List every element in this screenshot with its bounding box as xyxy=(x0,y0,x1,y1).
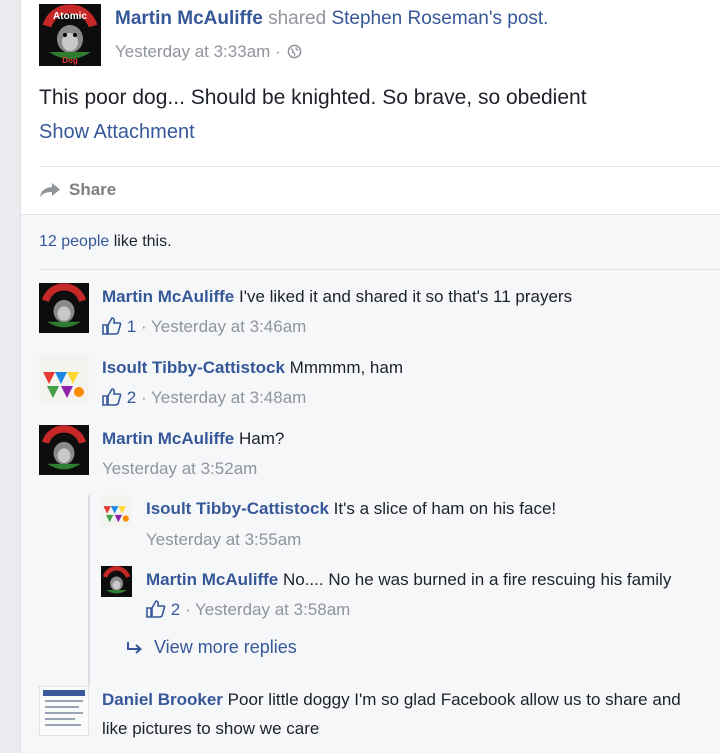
atomic-dog-logo-icon: Atomic Dog xyxy=(39,4,101,66)
reply-text: No.... No he was burned in a fire rescui… xyxy=(282,570,672,589)
commenter-avatar[interactable] xyxy=(39,354,89,404)
reply-meta: Yesterday at 3:55am xyxy=(146,530,301,550)
commenter-avatar[interactable] xyxy=(39,425,89,475)
comment-text: Ham? xyxy=(238,429,285,448)
comment-timestamp[interactable]: · Yesterday at 3:48am xyxy=(141,388,306,407)
reply-timestamp[interactable]: Yesterday at 3:55am xyxy=(146,530,301,549)
bunting-avatar-icon xyxy=(39,354,89,404)
share-arrow-icon xyxy=(40,183,60,197)
comment-text-continued: like pictures to show we care xyxy=(102,719,320,738)
view-more-label: View more replies xyxy=(154,637,297,657)
bunting-avatar-icon xyxy=(101,495,132,526)
thumbs-up-icon[interactable] xyxy=(146,600,166,618)
post-meta: Yesterday at 3:33am · xyxy=(115,42,302,62)
comment-timestamp[interactable]: Yesterday at 3:52am xyxy=(102,459,257,478)
thumbs-up-icon[interactable] xyxy=(102,388,122,406)
reply-meta: 2 · Yesterday at 3:58am xyxy=(146,600,350,620)
globe-icon[interactable] xyxy=(287,44,302,59)
comment-body: Martin McAuliffe I've liked it and share… xyxy=(102,287,572,307)
reply-body: Martin McAuliffe No.... No he was burned… xyxy=(146,570,671,590)
replies-thread-line xyxy=(88,495,90,685)
comment-text: I've liked it and shared it so that's 11… xyxy=(238,287,573,306)
replier-avatar[interactable] xyxy=(101,566,132,597)
commenter-name-link[interactable]: Isoult Tibby-Cattistock xyxy=(102,358,285,377)
logo-bottom-text: Dog xyxy=(62,56,78,65)
comment-body: Martin McAuliffe Ham? xyxy=(102,429,284,449)
atomic-dog-logo-icon xyxy=(101,566,132,597)
atomic-dog-logo-icon xyxy=(39,283,89,333)
atomic-dog-logo-icon xyxy=(39,425,89,475)
share-label: Share xyxy=(69,180,117,199)
meta-separator: · xyxy=(275,42,281,61)
comment-body: Isoult Tibby-Cattistock Mmmmm, ham xyxy=(102,358,403,378)
commenter-name-link[interactable]: Martin McAuliffe xyxy=(102,287,234,306)
likes-summary: 12 people like this. xyxy=(39,233,172,251)
post-headline: Martin McAuliffe shared Stephen Roseman'… xyxy=(115,8,548,30)
post-text: This poor dog... Should be knighted. So … xyxy=(39,86,587,109)
like-count[interactable]: 2 xyxy=(171,600,180,619)
reply-body: Isoult Tibby-Cattistock It's a slice of … xyxy=(146,499,556,519)
like-count[interactable]: 2 xyxy=(127,388,136,407)
shared-text: shared xyxy=(268,8,327,29)
commenter-name-link[interactable]: Martin McAuliffe xyxy=(102,429,234,448)
author-avatar[interactable]: Atomic Dog xyxy=(39,4,101,66)
comment-meta: 1 · Yesterday at 3:46am xyxy=(102,317,306,337)
comment-text: Poor little doggy I'm so glad Facebook a… xyxy=(227,690,681,709)
share-button[interactable]: Share xyxy=(39,180,116,200)
document-avatar-icon xyxy=(39,686,89,736)
commenter-avatar[interactable] xyxy=(39,283,89,333)
reply-text: It's a slice of ham on his face! xyxy=(333,499,557,518)
reply-arrow-icon xyxy=(127,641,143,654)
commenter-avatar[interactable] xyxy=(39,686,89,736)
divider xyxy=(39,269,720,270)
comment-body: Daniel Brooker Poor little doggy I'm so … xyxy=(102,690,681,710)
show-attachment-link[interactable]: Show Attachment xyxy=(39,121,195,144)
post-timestamp[interactable]: Yesterday at 3:33am xyxy=(115,42,270,61)
replier-name-link[interactable]: Isoult Tibby-Cattistock xyxy=(146,499,329,518)
replier-avatar[interactable] xyxy=(101,495,132,526)
divider xyxy=(39,166,720,167)
commenter-name-link[interactable]: Daniel Brooker xyxy=(102,690,223,709)
replier-name-link[interactable]: Martin McAuliffe xyxy=(146,570,278,589)
original-post-link[interactable]: post. xyxy=(507,8,548,29)
post-card: Atomic Dog Martin McAuliffe shared Steph… xyxy=(20,0,720,753)
likes-suffix: like this. xyxy=(113,233,172,250)
comment-meta: Yesterday at 3:52am xyxy=(102,459,257,479)
comment-text: Mmmmm, ham xyxy=(289,358,403,377)
original-author-link[interactable]: Stephen Roseman's xyxy=(331,8,502,29)
reply-timestamp[interactable]: · Yesterday at 3:58am xyxy=(185,600,350,619)
thumbs-up-icon[interactable] xyxy=(102,317,122,335)
comment-meta: 2 · Yesterday at 3:48am xyxy=(102,388,306,408)
likes-people-link[interactable]: 12 people xyxy=(39,233,109,250)
comment-timestamp[interactable]: · Yesterday at 3:46am xyxy=(141,317,306,336)
like-count[interactable]: 1 xyxy=(127,317,136,336)
author-name-link[interactable]: Martin McAuliffe xyxy=(115,8,263,29)
logo-top-text: Atomic xyxy=(53,11,87,22)
view-more-replies-link[interactable]: View more replies xyxy=(126,637,297,658)
